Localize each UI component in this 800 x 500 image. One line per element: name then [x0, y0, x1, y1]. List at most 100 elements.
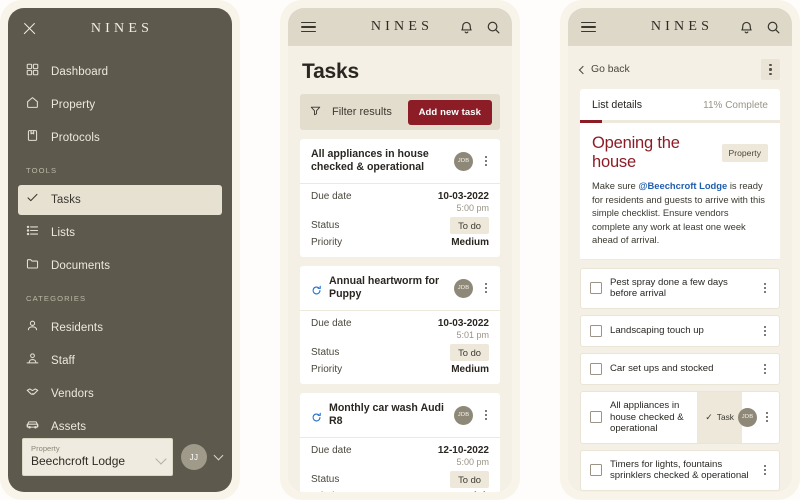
chevron-down-icon[interactable]	[213, 450, 224, 461]
due-time-value: 5:00 pm	[456, 457, 489, 467]
sidebar-item-label: Assets	[51, 421, 87, 433]
status-badge: To do	[450, 344, 489, 361]
due-date-value: 12-10-2022	[437, 445, 489, 456]
due-time-value: 5:00 pm	[456, 203, 489, 213]
list-item[interactable]: Timers for lights, fountains sprinklers …	[580, 449, 780, 491]
sidebar-item-staff[interactable]: Staff	[18, 346, 222, 376]
sidebar-item-vendors[interactable]: Vendors	[18, 379, 222, 409]
property-select[interactable]: Property Beechcroft Lodge	[22, 438, 173, 476]
search-icon[interactable]	[486, 20, 501, 35]
task-card[interactable]: All appliances in house checked & operat…	[300, 139, 500, 257]
task-chip-label: Task	[716, 412, 734, 423]
more-options-icon[interactable]	[759, 324, 771, 338]
task-card-body: Due date 12-10-2022 5:00 pm Status To do …	[300, 438, 500, 492]
checkbox[interactable]	[590, 282, 602, 294]
task-card[interactable]: Annual heartworm for Puppy JDB Due date …	[300, 266, 500, 384]
task-due-date-row: Due date 10-03-2022 5:00 pm	[311, 191, 489, 215]
task-status-row: Status To do	[311, 344, 489, 361]
list-item[interactable]: Car set ups and stocked	[580, 352, 780, 386]
screenshot-stage: NINES Dashboard Property Protocols TOOLS	[0, 0, 800, 500]
due-date-value: 10-03-2022	[437, 318, 489, 329]
checkbox[interactable]	[590, 324, 602, 337]
task-due-date: 10-03-2022 5:01 pm	[438, 318, 489, 342]
progress-label: 11% Complete	[703, 99, 768, 111]
filter-results-button[interactable]: Filter results	[310, 105, 392, 120]
handshake-icon	[26, 385, 39, 403]
sidebar-item-lists[interactable]: Lists	[18, 218, 222, 248]
property-mention[interactable]: @Beechcroft Lodge	[638, 180, 727, 191]
sidebar-item-label: Residents	[51, 322, 104, 334]
status-badge: To do	[450, 471, 489, 488]
task-card-body: Due date 10-03-2022 5:00 pm Status To do …	[300, 184, 500, 257]
brand-logo: NINES	[90, 21, 154, 36]
sidebar-item-residents[interactable]: Residents	[18, 313, 222, 343]
field-label: Due date	[311, 191, 352, 202]
home-icon	[26, 96, 39, 114]
sidebar-item-property[interactable]: Property	[18, 90, 222, 120]
bell-icon[interactable]	[459, 20, 474, 35]
menu-icon[interactable]	[581, 18, 596, 35]
more-options-icon[interactable]	[480, 281, 492, 295]
sidebar-item-label: Tasks	[51, 194, 81, 206]
menu-icon[interactable]	[301, 18, 316, 35]
app-bar: NINES	[568, 8, 792, 46]
progress-bar-fill	[580, 120, 602, 123]
avatar[interactable]: JJ	[181, 444, 207, 470]
checkbox[interactable]	[590, 464, 602, 477]
field-label: Due date	[311, 445, 352, 456]
checklist-item-label: Car set ups and stocked	[610, 363, 714, 375]
task-title: Annual heartworm for Puppy	[329, 275, 440, 300]
checklist-item-label: Timers for lights, fountains sprinklers …	[610, 458, 749, 482]
list-item-hovered[interactable]: All appliances in house checked & operat…	[580, 391, 780, 444]
add-new-task-button[interactable]: Add new task	[407, 99, 492, 125]
phone-tasks: NINES Tasks Filter results Add new task	[280, 0, 520, 500]
field-label: Status	[311, 220, 340, 231]
avatar[interactable]: JDB	[738, 407, 757, 427]
more-options-button[interactable]	[761, 59, 780, 80]
folder-icon	[26, 257, 39, 275]
staff-icon	[26, 352, 39, 370]
car-icon	[26, 418, 39, 436]
priority-value: High	[467, 491, 489, 492]
task-title: Monthly car wash Audi R8	[329, 402, 444, 427]
task-status-row: Status To do	[311, 217, 489, 234]
description-pre: Make sure	[592, 180, 639, 191]
list-detail-header: List details 11% Complete	[580, 89, 780, 120]
sidebar-item-tasks[interactable]: Tasks	[18, 185, 222, 215]
sidebar-item-label: Documents	[51, 260, 111, 272]
avatar[interactable]: JDB	[454, 405, 473, 425]
sidebar-item-dashboard[interactable]: Dashboard	[18, 57, 222, 87]
sidebar-item-documents[interactable]: Documents	[18, 251, 222, 281]
more-options-icon[interactable]	[761, 410, 773, 424]
list-description: Make sure @Beechcroft Lodge is ready for…	[592, 179, 768, 247]
more-options-icon[interactable]	[759, 281, 771, 295]
checkbox[interactable]	[590, 362, 602, 375]
tab-list-details[interactable]: List details	[592, 99, 642, 111]
list-item[interactable]: Pest spray done a few days before arriva…	[580, 267, 780, 309]
sidebar-item-protocols[interactable]: Protocols	[18, 123, 222, 153]
list-item[interactable]: Landscaping touch up	[580, 314, 780, 347]
close-icon[interactable]	[22, 21, 38, 37]
priority-value: Medium	[451, 364, 489, 375]
avatar[interactable]: JDB	[454, 151, 473, 171]
more-options-icon[interactable]	[480, 154, 492, 168]
filter-results-label: Filter results	[332, 106, 392, 118]
list-title: Opening the house	[592, 134, 680, 171]
task-due-date-row: Due date 10-03-2022 5:01 pm	[311, 318, 489, 342]
checklist: Pest spray done a few days before arriva…	[568, 260, 792, 493]
field-label: Priority	[311, 364, 343, 375]
more-options-icon[interactable]	[480, 408, 492, 422]
avatar[interactable]: JDB	[454, 278, 473, 298]
more-options-icon[interactable]	[759, 362, 771, 376]
bell-icon[interactable]	[739, 20, 754, 35]
sidebar-item-label: Dashboard	[51, 66, 109, 78]
grid-icon	[26, 63, 39, 81]
search-icon[interactable]	[766, 20, 781, 35]
go-back-row: Go back	[568, 46, 792, 89]
go-back-button[interactable]: Go back	[578, 64, 630, 75]
sidebar-item-label: Lists	[51, 227, 76, 239]
task-card[interactable]: Monthly car wash Audi R8 JDB Due date 12…	[300, 393, 500, 492]
convert-to-task-button[interactable]: ✓ Task	[697, 392, 742, 443]
checkbox[interactable]	[590, 411, 602, 424]
more-options-icon[interactable]	[759, 463, 771, 477]
